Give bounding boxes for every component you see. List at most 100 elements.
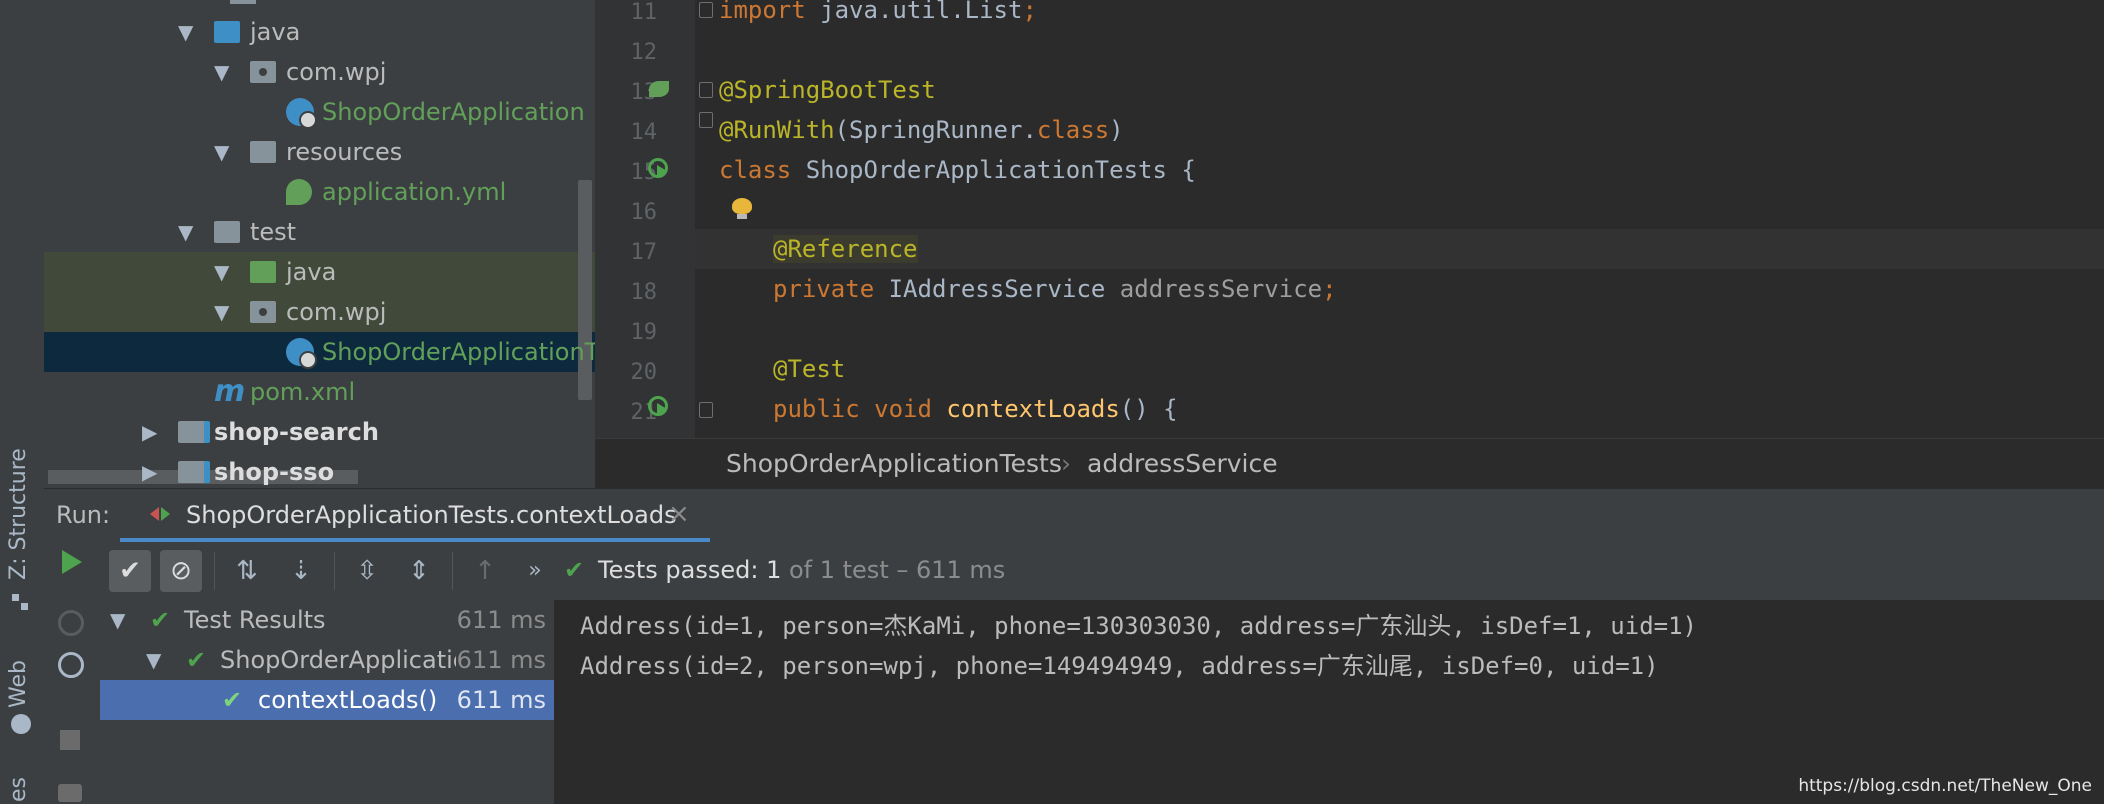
project-tree-item[interactable]: ▼ java: [44, 12, 595, 52]
project-tree-label: pom.xml: [250, 378, 356, 406]
chevron-down-icon[interactable]: ▼: [214, 132, 229, 172]
stop-icon[interactable]: [60, 730, 80, 750]
chevron-right-icon[interactable]: ▶: [142, 452, 157, 488]
project-tree-item[interactable]: ▼ test: [44, 212, 595, 252]
toggle-auto-test-icon[interactable]: [58, 652, 84, 678]
project-tree-item[interactable]: m pom.xml: [44, 372, 595, 412]
more-icon: »: [528, 558, 542, 583]
collapse-all-button[interactable]: ⇕: [398, 550, 440, 592]
code-editor[interactable]: 11 12 13 14 15 16 17 18 19 20 21 import java.util.…: [595, 0, 2104, 438]
passed-check-icon: ✔: [222, 686, 243, 714]
project-tree-item[interactable]: ▶ shop-search: [44, 412, 595, 452]
line-number: 16: [630, 200, 658, 225]
breadcrumb-class[interactable]: ShopOrderApplicationTests: [726, 449, 1062, 478]
code-line-13: @SpringBootTest: [719, 76, 936, 104]
test-tree-label: contextLoads(): [258, 686, 438, 714]
structure-tool-tab[interactable]: Z: Structure: [6, 448, 31, 580]
run-side-tools: [44, 550, 100, 804]
collapse-all-icon: ⇕: [408, 556, 430, 586]
line-number: 19: [630, 320, 658, 345]
run-label: Run:: [56, 501, 111, 529]
package-icon: [250, 301, 276, 323]
project-tree-item[interactable]: ▼ resources: [44, 132, 595, 172]
passed-check-icon: ✔: [186, 646, 207, 674]
line-number: 12: [630, 40, 658, 65]
breadcrumb-separator: ›: [1061, 449, 1071, 478]
project-tree-label: java: [250, 18, 301, 46]
expand-arrow-icon[interactable]: ▼: [146, 640, 161, 680]
tree-row-partial: [44, 0, 595, 10]
code-line-14: @RunWith(SpringRunner.class): [719, 116, 1124, 144]
project-tree-item[interactable]: ShopOrderApplication: [44, 92, 595, 132]
spring-bean-icon[interactable]: [647, 77, 671, 101]
camera-icon[interactable]: [58, 784, 82, 802]
project-tree-panel: ▼ java ▼ com.wpj ShopOrderApplication ▼ resour…: [44, 0, 595, 488]
fold-marker-icon[interactable]: [699, 82, 713, 98]
structure-tool-label: Z: Structure: [6, 448, 31, 580]
sort-alphabetically-button[interactable]: ⇅: [226, 550, 268, 592]
breadcrumb-member[interactable]: addressService: [1087, 449, 1278, 478]
fold-marker-icon[interactable]: [699, 2, 713, 18]
chevron-down-icon[interactable]: ▼: [178, 12, 193, 52]
project-tree-item[interactable]: application.yml: [44, 172, 595, 212]
sort-by-duration-button[interactable]: ⇣: [280, 550, 322, 592]
rerun-failed-icon[interactable]: [58, 610, 84, 636]
chevron-down-icon[interactable]: ▼: [214, 52, 229, 92]
console-output[interactable]: Address(id=1, person=杰KaMi, phone=130303…: [554, 600, 2104, 804]
show-ignored-button[interactable]: ⊘: [160, 550, 202, 592]
test-tree-label: ShopOrderApplicatio: [220, 646, 456, 674]
project-tree-item[interactable]: ▼ com.wpj: [44, 292, 595, 332]
fold-marker-icon[interactable]: [699, 402, 713, 418]
rerun-icon[interactable]: [62, 550, 82, 574]
web-tool-tab[interactable]: Web: [6, 660, 31, 708]
expand-all-button[interactable]: ⇳: [346, 550, 388, 592]
test-tree-time: 611 ms: [456, 606, 546, 634]
status-suffix: of 1 test – 611 ms: [781, 556, 1006, 584]
project-tree-item[interactable]: ▼ com.wpj: [44, 52, 595, 92]
folder-green-icon: [250, 261, 276, 283]
run-test-class-icon[interactable]: [647, 157, 671, 181]
breadcrumb: ShopOrderApplicationTests › addressServi…: [595, 438, 2104, 489]
test-tree-row[interactable]: ▼ ✔ Test Results 611 ms: [100, 600, 554, 640]
line-number: 14: [630, 120, 658, 145]
show-passed-button[interactable]: ✔: [109, 550, 151, 592]
previous-failed-button[interactable]: ↑: [464, 550, 506, 592]
check-icon: ✔: [119, 556, 141, 586]
more-button[interactable]: »: [514, 550, 556, 592]
test-tree-row[interactable]: ▼ ✔ ShopOrderApplicatio 611 ms: [100, 640, 554, 680]
sort-alpha-icon: ⇅: [236, 556, 258, 586]
toolbar-divider: [214, 552, 215, 590]
module-icon: [178, 461, 210, 483]
run-tab-label[interactable]: ShopOrderApplicationTests.contextLoads: [186, 501, 677, 529]
fold-marker-icon[interactable]: [699, 112, 713, 128]
test-run-icon: [150, 503, 172, 525]
project-tree-label: application.yml: [322, 178, 507, 206]
line-number: 18: [630, 280, 658, 305]
project-tree-item[interactable]: ▼ java: [44, 252, 595, 292]
chevron-right-icon[interactable]: ▶: [142, 412, 157, 452]
maven-icon: m: [214, 374, 246, 409]
run-panel-header: Run: ShopOrderApplicationTests.contextLo…: [44, 488, 2104, 544]
tests-passed-icon: ✔: [564, 556, 585, 584]
watermark: https://blog.csdn.net/TheNew_One: [1798, 776, 2092, 796]
code-line-18: private IAddressService addressService;: [773, 275, 1337, 303]
project-tree-item[interactable]: ShopOrderApplicationTests: [44, 332, 595, 372]
expand-arrow-icon[interactable]: ▼: [110, 600, 125, 640]
run-test-method-icon[interactable]: [647, 395, 671, 419]
project-tree-label: shop-search: [214, 418, 379, 446]
console-line: Address(id=1, person=杰KaMi, phone=130303…: [580, 612, 1697, 640]
close-icon[interactable]: ×: [668, 499, 690, 529]
test-tree-row-selected[interactable]: ✔ contextLoads() 611 ms: [100, 680, 554, 720]
lightbulb-icon[interactable]: [732, 198, 752, 220]
chevron-down-icon[interactable]: ▼: [214, 292, 229, 332]
chevron-down-icon[interactable]: ▼: [178, 212, 193, 252]
test-results-tree: ▼ ✔ Test Results 611 ms ▼ ✔ ShopOrderApp…: [100, 600, 555, 804]
extra-tool-tab[interactable]: es: [6, 777, 31, 802]
passed-check-icon: ✔: [150, 606, 171, 634]
test-class-icon: [286, 338, 317, 369]
project-tree-item[interactable]: ▶ shop-sso: [44, 452, 595, 488]
folder-blue-icon: [214, 21, 240, 43]
toolbar-divider: [452, 552, 453, 590]
chevron-down-icon[interactable]: ▼: [214, 252, 229, 292]
sort-duration-icon: ⇣: [290, 556, 312, 586]
